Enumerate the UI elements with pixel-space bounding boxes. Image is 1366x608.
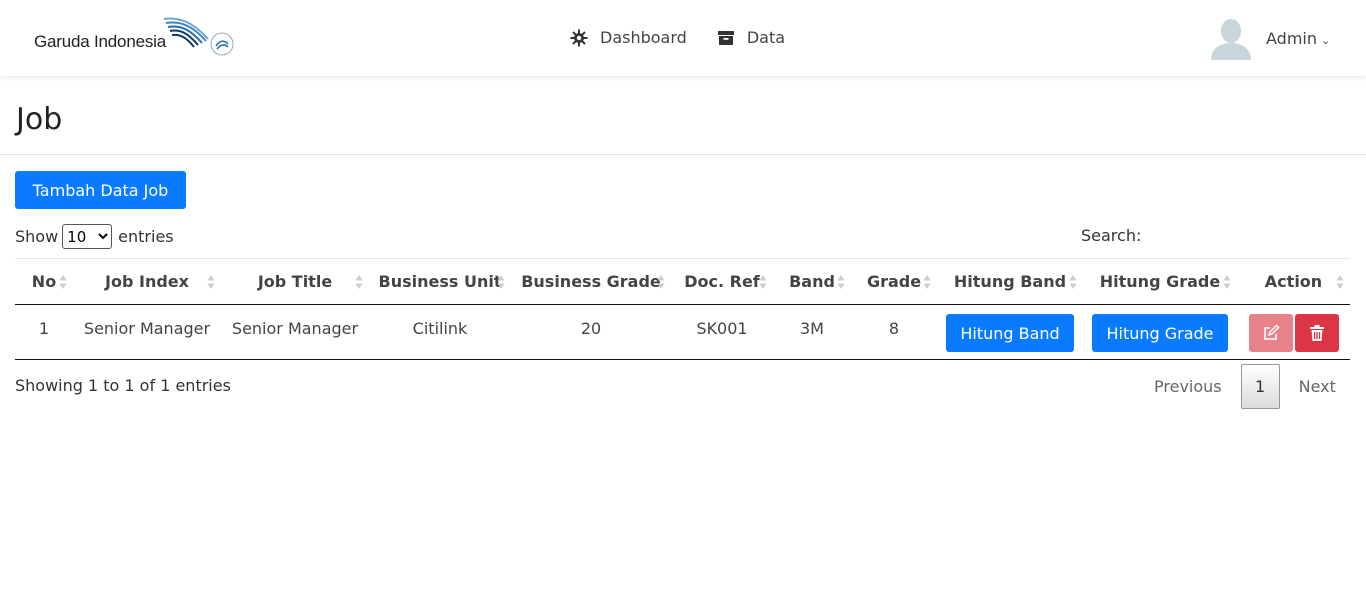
sort-arrows-icon [207,275,215,289]
column-header-hitung-band[interactable]: Hitung Band [937,259,1083,305]
add-job-button[interactable]: Tambah Data Job [15,171,186,209]
column-header-label: Hitung Grade [1099,272,1221,291]
sort-arrows-icon [837,275,845,289]
column-header-label: Job Index [105,272,189,291]
column-header-label: Business Grade [521,272,661,291]
show-label: Show [15,227,59,246]
job-table: No Job Index Job Title Business Unit Busines… [15,258,1350,360]
page-header: Job [0,76,1366,155]
hitung-grade-button[interactable]: Hitung Grade [1092,314,1228,352]
brand-logo[interactable]: Garuda Indonesia [34,16,234,60]
search-label: Search: [1081,226,1142,245]
sort-arrows-icon [1223,275,1231,289]
gear-icon [570,29,588,46]
table-row: 1 Senior Manager Senior Manager Citilink… [15,305,1350,360]
table-info: Showing 1 to 1 of 1 entries [15,376,231,395]
column-header-label: Job Title [257,272,333,291]
sort-arrows-icon [1336,275,1344,289]
archive-box-icon [717,30,734,45]
nav-dashboard-label: Dashboard [600,28,687,47]
column-header-label: Doc. Ref [684,272,760,291]
column-header-job-title[interactable]: Job Title [221,259,369,305]
cell-action [1237,305,1350,360]
delete-button[interactable] [1294,314,1339,352]
entries-label: entries [118,227,174,246]
sort-arrows-icon [759,275,767,289]
nav-data[interactable]: Data [717,28,785,47]
sort-arrows-icon [59,275,67,289]
column-header-business-grade[interactable]: Business Grade [511,259,671,305]
column-header-label: Action [1264,272,1323,291]
cell-job-title: Senior Manager [231,319,359,338]
column-header-label: Hitung Band [953,272,1067,291]
cell-doc-ref: SK001 [696,319,748,338]
column-header-hitung-grade[interactable]: Hitung Grade [1083,259,1237,305]
column-header-no[interactable]: No [15,259,73,305]
column-header-business-unit[interactable]: Business Unit [369,259,511,305]
column-header-job-index[interactable]: Job Index [73,259,221,305]
sort-arrows-icon [1069,275,1077,289]
skyteam-seal-icon [210,32,234,56]
chevron-down-icon: ⌄ [1321,34,1331,47]
nav-data-label: Data [746,28,786,47]
next-page-button[interactable]: Next [1285,365,1350,409]
garuda-bird-icon [163,17,209,48]
user-menu[interactable]: Admin ⌄ [1207,16,1330,60]
previous-page-button[interactable]: Previous [1140,365,1236,409]
avatar-icon [1211,19,1251,60]
column-header-label: Grade [866,272,922,291]
column-header-doc-ref[interactable]: Doc. Ref [671,259,773,305]
sort-arrows-icon [657,275,665,289]
cell-hitung-grade: Hitung Grade [1083,305,1237,360]
cell-business-grade: 20 [580,319,602,338]
sort-arrows-icon [923,275,931,289]
search-control: Search: [1081,222,1345,248]
pagination: Previous 1 Next [1140,364,1350,409]
hitung-band-button[interactable]: Hitung Band [946,314,1074,352]
brand-name: Garuda Indonesia [34,32,166,51]
navbar: Garuda Indonesia Dashboard Data Admin ⌄ [0,0,1366,76]
sort-arrows-icon [497,275,505,289]
edit-icon [1263,324,1279,340]
column-header-label: Business Unit [378,272,502,291]
trash-icon [1309,325,1324,341]
cell-no: 1 [38,319,50,338]
cell-job-index: Senior Manager [83,319,211,338]
cell-business-unit: Citilink [412,319,468,338]
cell-hitung-band: Hitung Band [937,305,1083,360]
user-name-label: Admin [1266,29,1317,48]
nav-dashboard[interactable]: Dashboard [570,28,687,47]
search-input[interactable] [1145,222,1345,248]
column-header-grade[interactable]: Grade [851,259,937,305]
column-header-band[interactable]: Band [773,259,851,305]
column-header-label: Band [789,272,835,291]
cell-band: 3M [800,319,824,338]
column-header-label: No [31,272,57,291]
cell-grade: 8 [888,319,900,338]
table-header-row: No Job Index Job Title Business Unit Busines… [15,258,1350,305]
column-header-action[interactable]: Action [1237,259,1350,305]
edit-button[interactable] [1248,314,1293,352]
page-length-select[interactable]: 102550100 [62,224,113,249]
sort-arrows-icon [355,275,363,289]
page-length-control: Show 102550100 entries [15,224,174,249]
user-name: Admin ⌄ [1266,29,1330,48]
page-title: Job [16,102,63,137]
page-1-button[interactable]: 1 [1240,364,1280,409]
